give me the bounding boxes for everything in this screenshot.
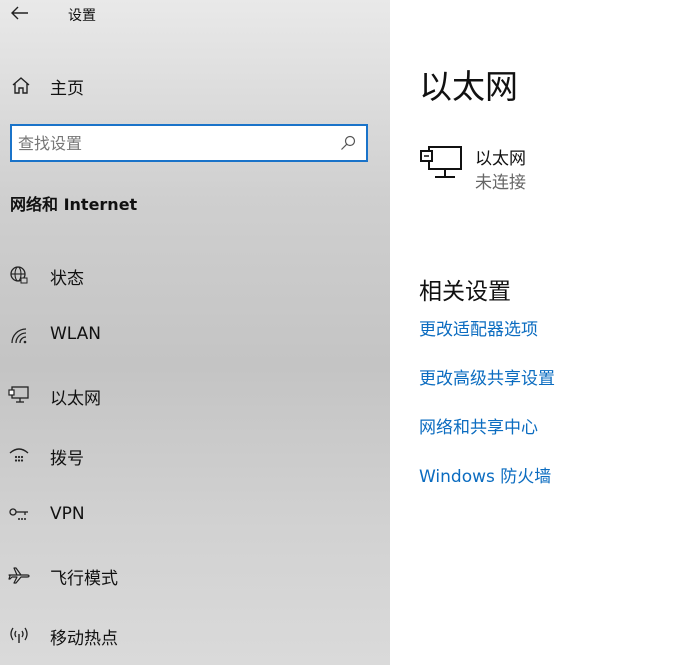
sidebar-item-status[interactable]: 状态 xyxy=(0,255,390,295)
network-sharing-center-link[interactable]: 网络和共享中心 xyxy=(419,413,538,438)
change-adapter-options-link[interactable]: 更改适配器选项 xyxy=(419,315,538,340)
advanced-sharing-settings-link[interactable]: 更改高级共享设置 xyxy=(419,364,555,389)
main-content: 以太网 以太网 未连接 相关设置 更改适配器选项 更改高级共享设置 网络和共享中… xyxy=(390,0,698,665)
home-label: 主页 xyxy=(50,79,84,99)
sidebar-item-label: 飞行模式 xyxy=(50,569,118,589)
sidebar-item-airplane-mode[interactable]: 飞行模式 xyxy=(0,555,390,595)
page-title: 以太网 xyxy=(419,67,518,106)
vpn-icon xyxy=(9,508,28,520)
related-settings-title: 相关设置 xyxy=(419,279,511,305)
ethernet-name: 以太网 xyxy=(475,149,526,169)
back-arrow-icon xyxy=(11,6,28,20)
sidebar-item-dialup[interactable]: 拨号 xyxy=(0,435,390,475)
sidebar-item-label: WLAN xyxy=(50,324,102,344)
sidebar-item-label: VPN xyxy=(50,504,85,524)
sidebar-item-wlan[interactable]: WLAN xyxy=(0,315,390,355)
home-icon xyxy=(12,77,30,94)
back-button[interactable] xyxy=(8,2,32,24)
ethernet-status: 未连接 xyxy=(475,173,526,193)
wifi-icon xyxy=(11,328,27,344)
ethernet-icon xyxy=(8,386,29,403)
sidebar-item-label: 状态 xyxy=(50,269,84,289)
globe-icon xyxy=(10,266,28,284)
sidebar-item-label: 移动热点 xyxy=(50,629,118,649)
sidebar-item-ethernet[interactable]: 以太网 xyxy=(0,375,390,415)
title-bar: 设置 xyxy=(0,0,390,28)
sidebar-item-vpn[interactable]: VPN xyxy=(0,495,390,535)
sidebar-item-mobile-hotspot[interactable]: 移动热点 xyxy=(0,615,390,655)
ethernet-connection[interactable]: 以太网 未连接 xyxy=(419,143,619,193)
app-title: 设置 xyxy=(68,8,96,24)
sidebar-item-label: 拨号 xyxy=(50,449,84,469)
search-icon[interactable] xyxy=(340,135,356,151)
search-input[interactable] xyxy=(12,126,318,160)
windows-firewall-link[interactable]: Windows 防火墙 xyxy=(419,462,551,487)
dialup-icon xyxy=(9,448,29,462)
airplane-icon xyxy=(8,567,30,584)
search-box[interactable] xyxy=(10,124,368,162)
sidebar-item-home[interactable]: 主页 xyxy=(0,70,390,100)
sidebar: 设置 主页 网络和 Internet 状态 WLAN xyxy=(0,0,390,665)
hotspot-icon xyxy=(10,627,28,643)
section-title: 网络和 Internet xyxy=(10,195,138,214)
ethernet-icon xyxy=(420,146,462,178)
sidebar-item-label: 以太网 xyxy=(50,389,101,409)
